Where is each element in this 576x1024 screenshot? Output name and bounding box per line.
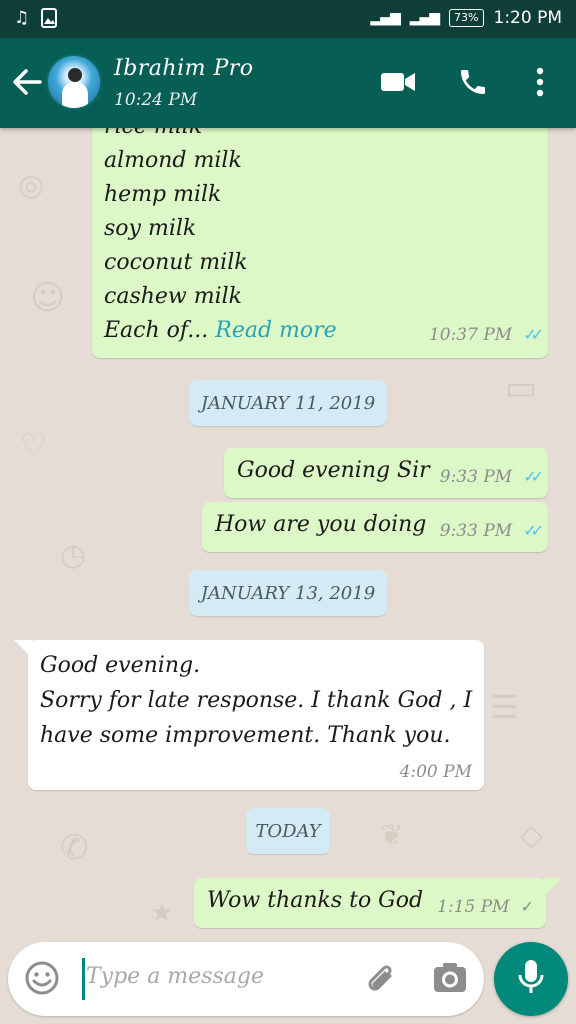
message-time: 9:33 PM <box>439 521 513 541</box>
status-right: ▂▄▆ ▂▄▆ 73% 1:20 PM <box>370 8 562 28</box>
message-line: soy milk <box>104 216 197 241</box>
signal-icon: ▂▄▆ <box>370 10 400 26</box>
status-bar: ♫ ▂▄▆ ▂▄▆ 73% 1:20 PM <box>0 0 576 38</box>
read-ticks-icon: ✓✓ <box>523 521 544 540</box>
message-meta: 10:37 PM ✓✓ <box>428 321 544 346</box>
video-call-icon[interactable] <box>380 64 416 100</box>
more-options-icon[interactable] <box>530 64 550 100</box>
message-bubble-outgoing[interactable]: How are you doing 9:33 PM ✓✓ <box>202 502 548 552</box>
message-line: Sorry for late response. I thank God , I <box>40 688 473 713</box>
microphone-icon <box>518 958 544 1000</box>
attachment-icon[interactable] <box>362 960 398 1002</box>
avatar-body <box>62 82 88 108</box>
message-bubble-outgoing[interactable]: Wow thanks to God 1:15 PM ✓ <box>194 878 546 928</box>
outgoing-bubble-tail <box>544 878 562 896</box>
camera-icon[interactable] <box>432 962 468 998</box>
read-more-link[interactable]: Read more <box>215 318 336 343</box>
date-separator: JANUARY 13, 2019 <box>189 570 387 616</box>
message-meta: 9:33 PM ✓✓ <box>439 463 544 488</box>
image-notification-icon <box>41 8 58 33</box>
message-line-truncated: Each of... Read more <box>104 314 337 348</box>
doodle-smile-icon: ☺ <box>30 278 66 318</box>
doodle-phone-icon: ✆ <box>60 828 89 868</box>
doodle-heart-icon: ♡ <box>20 428 47 463</box>
read-ticks-icon: ✓✓ <box>523 325 544 344</box>
doodle-tag-icon: ◇ <box>520 818 544 853</box>
voice-call-icon[interactable] <box>456 64 490 100</box>
doodle-camera-icon: ◎ <box>18 168 45 203</box>
message-text: How are you doing <box>215 512 427 537</box>
message-input-bar: Type a message <box>8 942 484 1016</box>
message-bubble-incoming[interactable]: Good evening. Sorry for late response. I… <box>28 640 484 790</box>
message-line: cashew milk <box>104 284 243 309</box>
date-separator: TODAY <box>246 808 330 854</box>
message-line: coconut milk <box>104 250 248 275</box>
message-time: 1:15 PM <box>437 897 510 917</box>
message-time: 4:00 PM <box>399 762 472 782</box>
avatar-head <box>68 68 82 82</box>
message-line: hemp milk <box>104 182 222 207</box>
message-line: almond milk <box>104 148 242 173</box>
message-bubble-outgoing[interactable]: Good evening Sir 9:33 PM ✓✓ <box>224 448 548 498</box>
incoming-bubble-tail <box>14 640 32 658</box>
message-meta: 1:15 PM ✓ <box>437 893 534 918</box>
message-time: 9:33 PM <box>439 467 513 487</box>
text-cursor <box>82 958 85 1000</box>
chat-area[interactable]: ◎ ☺ ☆ ▭ ♡ ◷ ☰ ✆ ★ ◇ ❦ rice milk almond m… <box>0 128 576 943</box>
message-text: Good evening Sir <box>237 458 430 483</box>
message-line: rice milk <box>104 128 337 144</box>
microphone-button[interactable] <box>494 942 568 1016</box>
contact-name[interactable]: Ibrahim Pro <box>114 56 254 81</box>
message-bubble-outgoing[interactable]: rice milk almond milk hemp milk soy milk… <box>92 128 548 358</box>
doodle-star-icon-2: ★ <box>150 898 174 928</box>
doodle-burger-icon: ☰ <box>490 688 519 726</box>
message-input[interactable]: Type a message <box>86 964 264 989</box>
doodle-clock-icon: ◷ <box>60 538 87 573</box>
message-text: Wow thanks to God <box>207 888 424 913</box>
truncated-text: Each of... <box>104 318 209 343</box>
music-note-icon: ♫ <box>14 8 30 28</box>
doodle-leaf-icon: ❦ <box>380 818 404 851</box>
chat-header: Ibrahim Pro 10:24 PM <box>0 38 576 128</box>
signal-icon-2: ▂▄▆ <box>409 10 440 26</box>
avatar[interactable] <box>46 54 102 110</box>
doodle-doc-icon: ▭ <box>505 368 538 408</box>
back-arrow-icon[interactable] <box>10 62 44 102</box>
battery-indicator: 73% <box>449 9 484 27</box>
clock: 1:20 PM <box>493 8 563 28</box>
read-ticks-icon: ✓✓ <box>523 467 544 486</box>
message-meta: 9:33 PM ✓✓ <box>439 517 544 542</box>
date-separator: JANUARY 11, 2019 <box>189 380 387 426</box>
last-seen: 10:24 PM <box>114 90 198 110</box>
emoji-icon[interactable] <box>24 960 60 1000</box>
message-line: have some improvement. Thank you. <box>40 723 451 748</box>
message-line: Good evening. <box>40 653 201 678</box>
sent-tick-icon: ✓ <box>520 897 534 916</box>
message-time: 10:37 PM <box>428 325 513 345</box>
status-left: ♫ <box>14 8 58 33</box>
